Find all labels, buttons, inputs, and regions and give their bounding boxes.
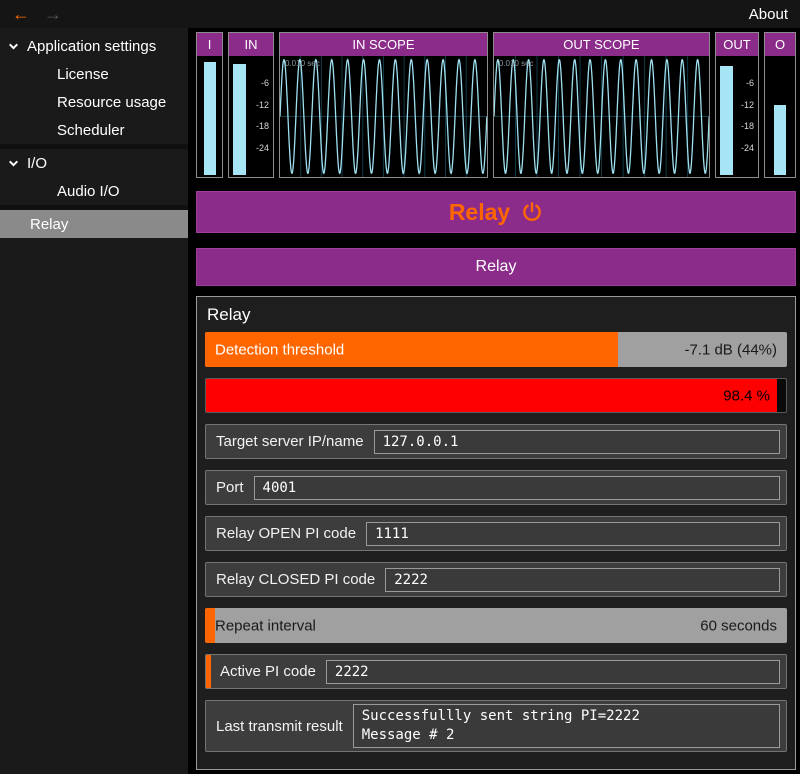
active-pi-input[interactable] xyxy=(326,660,780,684)
sidebar-item-label: I/O xyxy=(27,155,47,172)
sidebar-item-label: License xyxy=(57,66,109,83)
db-tick-label: -6 xyxy=(746,78,754,88)
sidebar-item-resource-usage[interactable]: Resource usage xyxy=(0,88,188,116)
scope-display: 0.010 sec xyxy=(280,56,487,177)
last-transmit-result: Successfullly sent string PI=2222 Messag… xyxy=(353,704,780,748)
field-label: Port xyxy=(206,479,254,496)
slider-label: Repeat interval xyxy=(215,617,316,634)
window-content: Application settings License Resource us… xyxy=(0,28,800,774)
level-bar xyxy=(233,64,246,175)
detection-threshold-slider[interactable]: Detection threshold -7.1 dB (44%) xyxy=(205,332,787,367)
sidebar-item-label: Resource usage xyxy=(57,94,166,111)
slider-fill xyxy=(205,608,215,643)
level-bar xyxy=(774,105,786,175)
tab-relay[interactable]: Relay xyxy=(196,248,796,286)
input-level-meter-in: IN -6 -12 -18 -24 xyxy=(228,32,274,178)
field-label: Last transmit result xyxy=(206,718,353,735)
chevron-down-icon[interactable] xyxy=(7,157,20,170)
about-link[interactable]: About xyxy=(749,6,788,23)
db-tick-label: -12 xyxy=(256,100,269,110)
field-label: Relay CLOSED PI code xyxy=(206,571,385,588)
power-icon[interactable] xyxy=(521,201,543,223)
meter-header: I xyxy=(197,33,222,56)
out-scope-panel: OUT SCOPE 0.010 sec xyxy=(493,32,710,178)
forward-arrow-icon[interactable]: → xyxy=(44,5,62,23)
slider-value: 60 seconds xyxy=(700,617,777,634)
sidebar-item-scheduler[interactable]: Scheduler xyxy=(0,116,188,144)
meter-strip: I IN -6 -12 -18 -24 IN SCOPE 0.010 se xyxy=(196,32,796,178)
field-relay-closed-pi: Relay CLOSED PI code xyxy=(205,562,787,597)
field-port: Port xyxy=(205,470,787,505)
sidebar-item-label: Audio I/O xyxy=(57,183,120,200)
repeat-interval-slider[interactable]: Repeat interval 60 seconds xyxy=(205,608,787,643)
sidebar-item-relay[interactable]: Relay xyxy=(0,210,188,238)
field-target-server: Target server IP/name xyxy=(205,424,787,459)
db-tick-label: -18 xyxy=(741,121,754,131)
target-server-input[interactable] xyxy=(374,430,780,454)
meter-body xyxy=(765,56,795,177)
output-level-meter-out: OUT -6 -12 -18 -24 xyxy=(715,32,759,178)
field-relay-open-pi: Relay OPEN PI code xyxy=(205,516,787,551)
db-tick-label: -12 xyxy=(741,100,754,110)
relay-section-title: Relay xyxy=(449,199,510,226)
field-last-transmit-result: Last transmit result Successfullly sent … xyxy=(205,700,787,752)
meter-body: -6 -12 -18 -24 xyxy=(229,56,273,177)
topbar: ← → About xyxy=(0,0,800,28)
input-level-meter-i: I xyxy=(196,32,223,178)
db-tick-label: -6 xyxy=(261,78,269,88)
relay-section-banner[interactable]: Relay xyxy=(196,191,796,233)
sidebar-item-label: Relay xyxy=(30,216,68,233)
result-line: Message # 2 xyxy=(362,726,771,745)
scope-display: 0.010 sec xyxy=(494,56,709,177)
sidebar-item-label: Scheduler xyxy=(57,122,125,139)
meter-body xyxy=(197,56,222,177)
in-scope-panel: IN SCOPE 0.010 sec xyxy=(279,32,488,178)
sidebar-item-label: Application settings xyxy=(27,38,156,55)
level-bar xyxy=(204,62,216,175)
main-area: I IN -6 -12 -18 -24 IN SCOPE 0.010 se xyxy=(188,28,800,774)
signal-level-meter-bar: 98.4 % xyxy=(205,378,787,413)
port-input[interactable] xyxy=(254,476,780,500)
scope-header: OUT SCOPE xyxy=(494,33,709,56)
relay-closed-pi-input[interactable] xyxy=(385,568,780,592)
meter-body: -6 -12 -18 -24 xyxy=(716,56,758,177)
sidebar-item-audio-io[interactable]: Audio I/O xyxy=(0,177,188,205)
meter-header: O xyxy=(765,33,795,56)
scope-header: IN SCOPE xyxy=(280,33,487,56)
field-label: Active PI code xyxy=(206,663,326,680)
sidebar-item-license[interactable]: License xyxy=(0,60,188,88)
db-tick-label: -24 xyxy=(256,143,269,153)
db-tick-label: -24 xyxy=(741,143,754,153)
sidebar: Application settings License Resource us… xyxy=(0,28,188,774)
panel-heading: Relay xyxy=(205,303,787,326)
relay-open-pi-input[interactable] xyxy=(366,522,780,546)
relay-settings-panel: Relay Detection threshold -7.1 dB (44%) … xyxy=(196,296,796,770)
db-tick-label: -18 xyxy=(256,121,269,131)
output-level-meter-o: O xyxy=(764,32,796,178)
level-fill xyxy=(206,379,777,412)
slider-label: Detection threshold xyxy=(215,341,344,358)
level-value: 98.4 % xyxy=(723,387,770,404)
meter-header: IN xyxy=(229,33,273,56)
meter-header: OUT xyxy=(716,33,758,56)
chevron-down-icon[interactable] xyxy=(7,40,20,53)
slider-value: -7.1 dB (44%) xyxy=(684,341,777,358)
scope-time-label: 0.010 sec xyxy=(499,59,534,68)
out-scope-waveform xyxy=(494,56,709,177)
sidebar-item-io[interactable]: I/O xyxy=(0,149,188,177)
field-label: Relay OPEN PI code xyxy=(206,525,366,542)
level-bar xyxy=(720,66,733,175)
tab-label: Relay xyxy=(476,258,517,276)
result-line: Successfullly sent string PI=2222 xyxy=(362,707,771,726)
in-scope-waveform xyxy=(280,56,487,177)
sidebar-item-application-settings[interactable]: Application settings xyxy=(0,32,188,60)
field-active-pi: Active PI code xyxy=(205,654,787,689)
back-arrow-icon[interactable]: ← xyxy=(12,5,30,23)
scope-time-label: 0.010 sec xyxy=(285,59,320,68)
field-label: Target server IP/name xyxy=(206,433,374,450)
